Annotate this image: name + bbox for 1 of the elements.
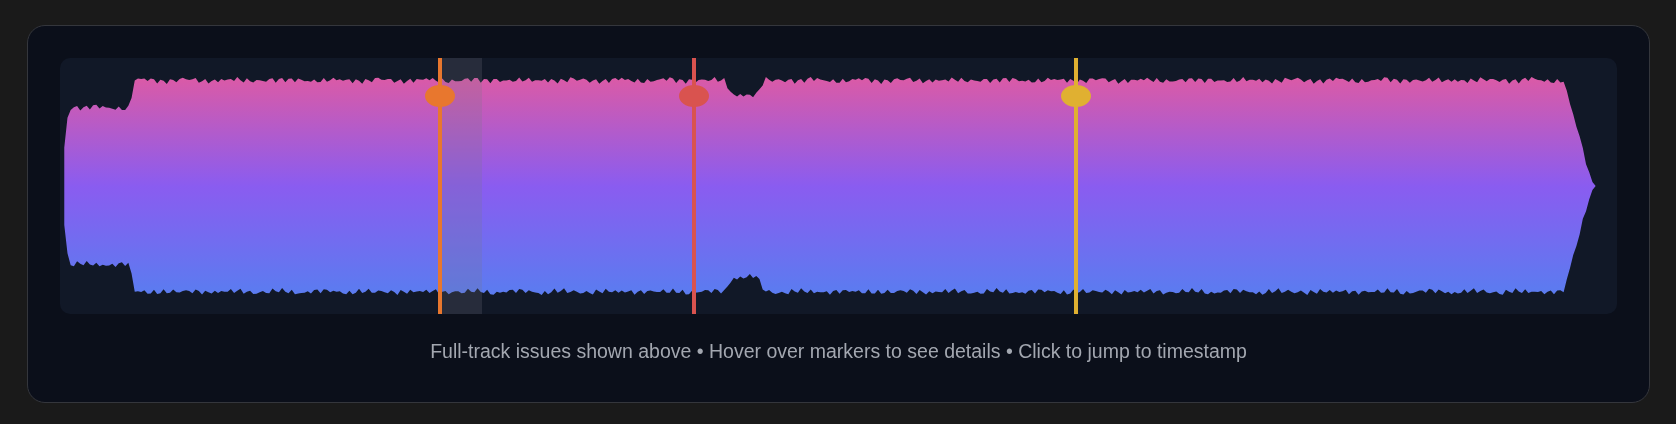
- caption-text: Full-track issues shown above • Hover over markers to see details • Click to jump to timestamp: [429, 340, 1248, 363]
